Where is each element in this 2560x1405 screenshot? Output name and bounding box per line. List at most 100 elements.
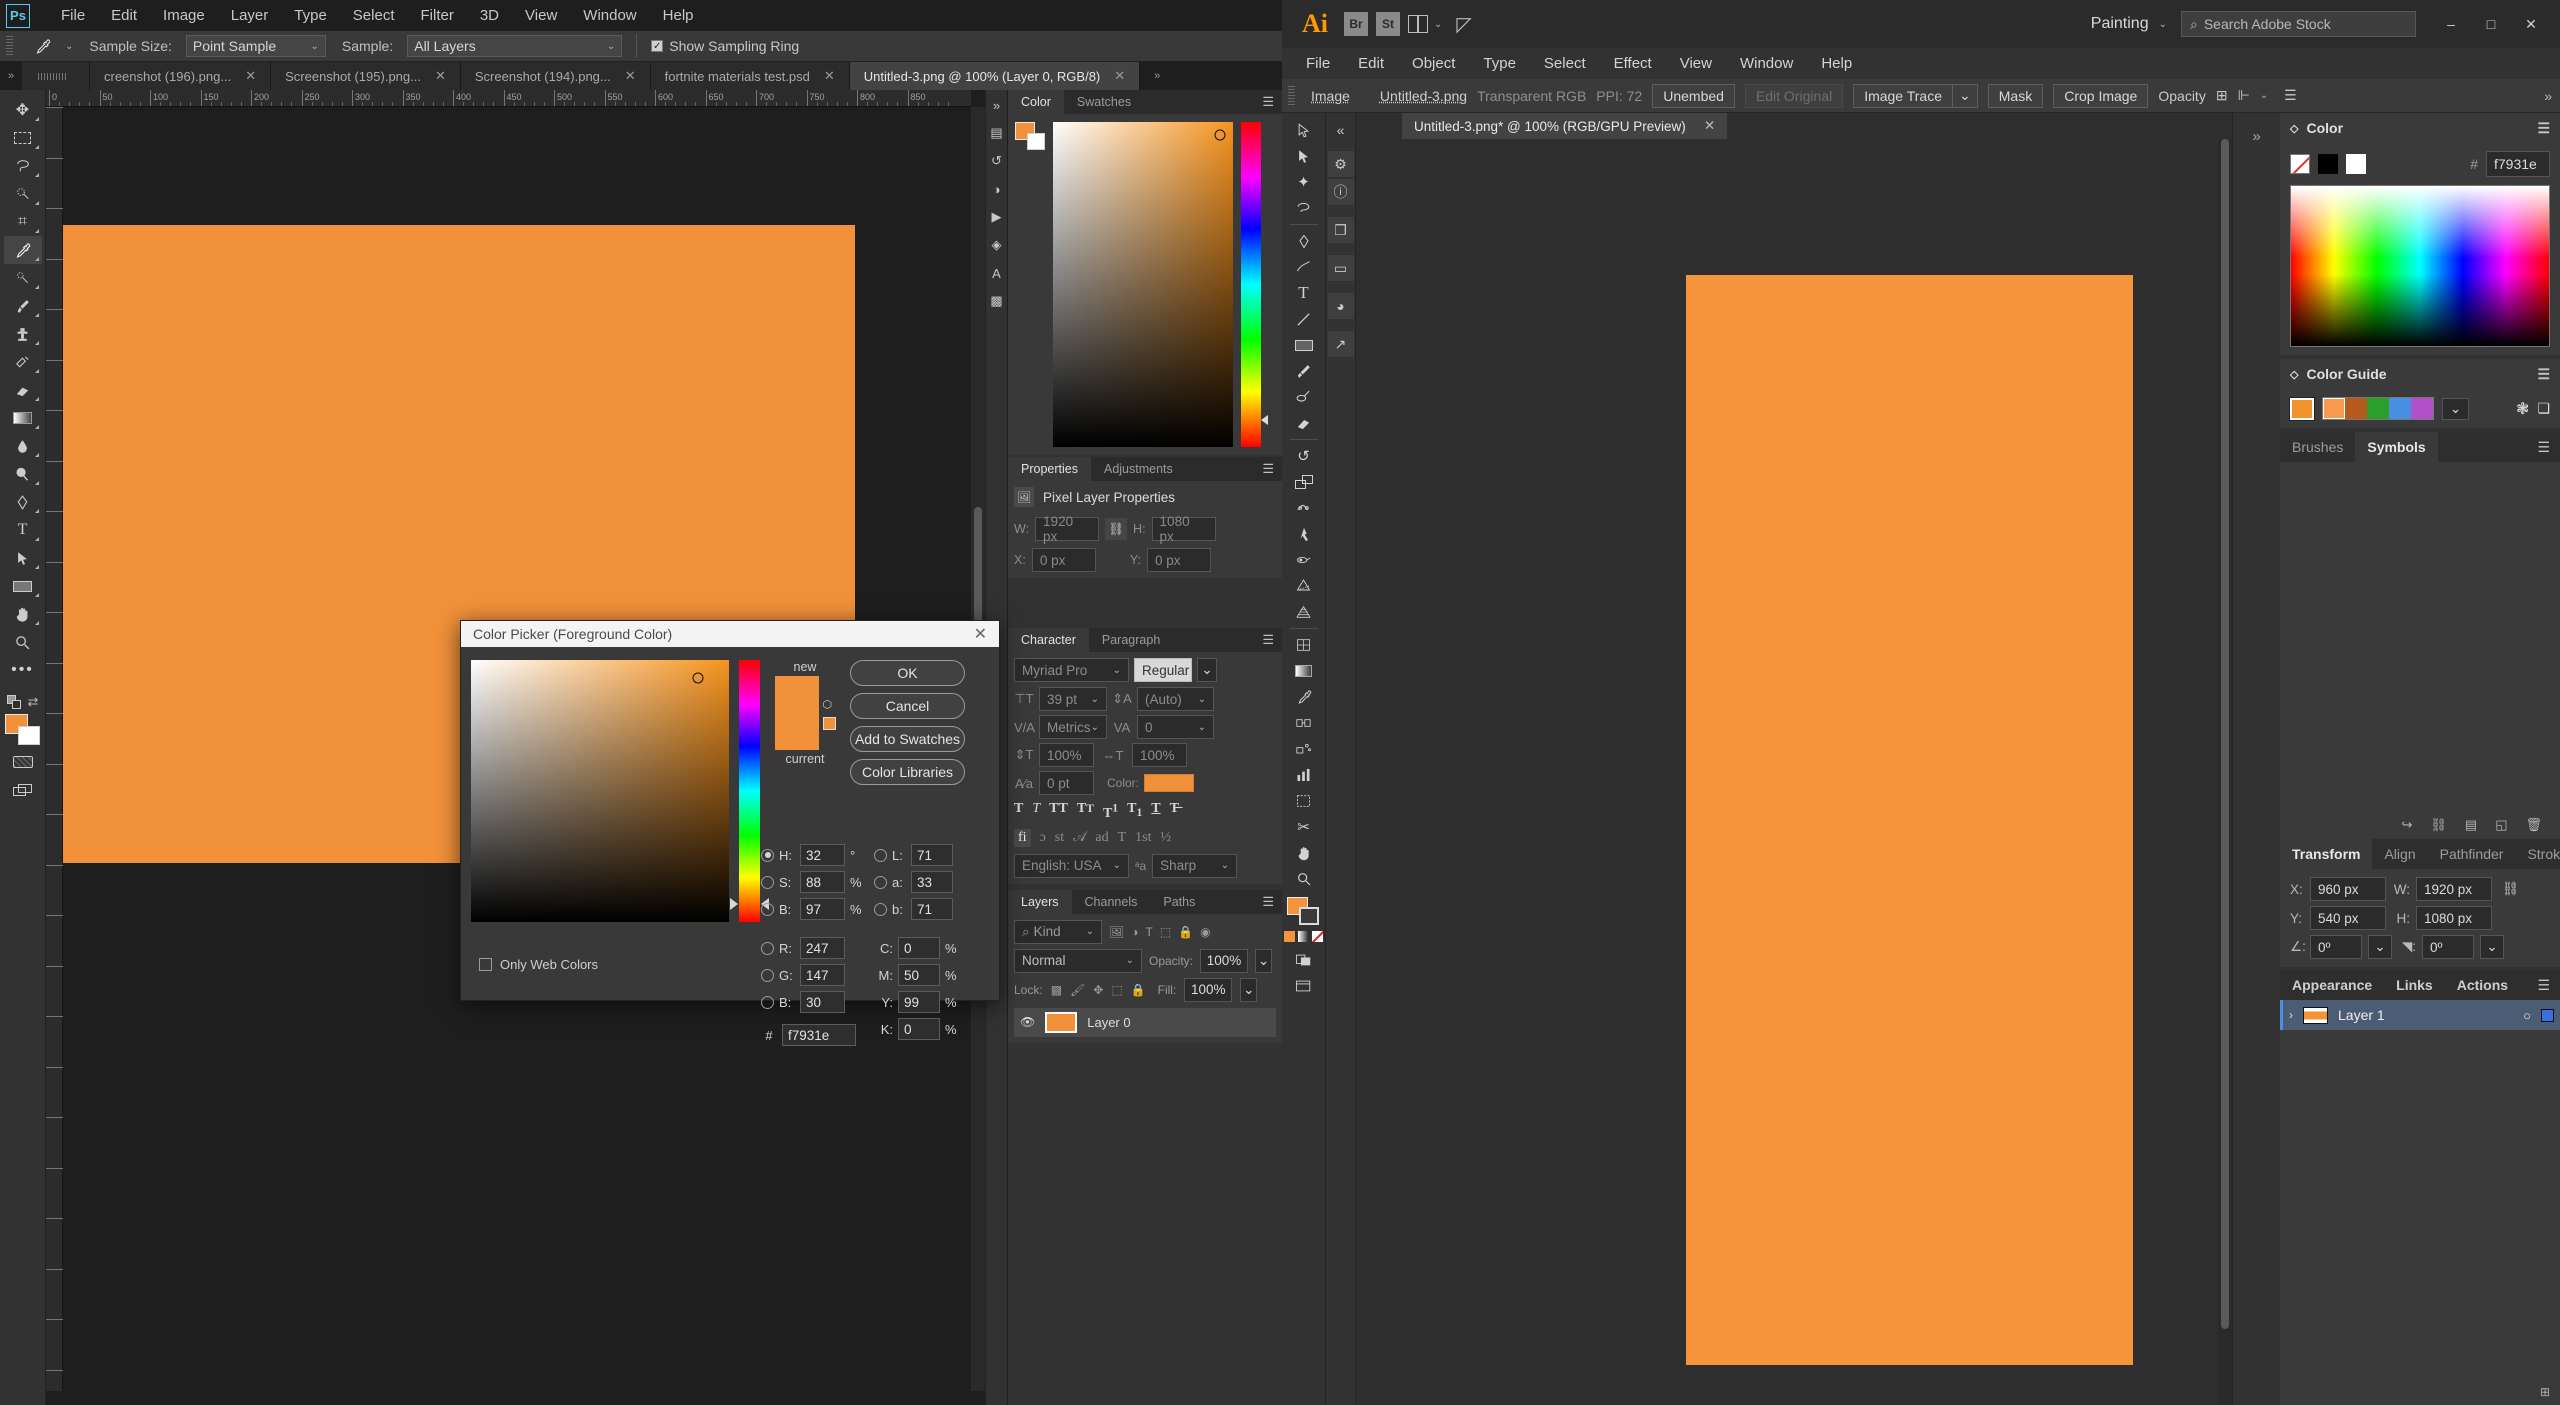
web-safe-swatch[interactable] <box>823 717 836 730</box>
pen-icon[interactable] <box>1286 228 1322 254</box>
tab-pathfinder[interactable]: Pathfinder <box>2428 839 2516 869</box>
path-select-icon[interactable] <box>4 544 42 572</box>
close-icon[interactable]: ✕ <box>1704 118 1715 134</box>
crop-image-button[interactable]: Crop Image <box>2053 84 2148 108</box>
allcaps-button[interactable]: TT <box>1049 801 1068 822</box>
zoom-icon[interactable] <box>4 628 42 656</box>
eraser-icon[interactable] <box>1286 410 1322 436</box>
scale-icon[interactable] <box>1286 469 1322 495</box>
field-s[interactable]: 88 <box>800 871 845 893</box>
dock-expand-icon[interactable]: » <box>2240 121 2274 151</box>
image-trace-chevron-icon[interactable]: ⌄ <box>1953 84 1978 108</box>
color-libraries-button[interactable]: Color Libraries <box>850 759 965 785</box>
target-circle-icon[interactable]: ○ <box>2523 1008 2531 1023</box>
menu-view[interactable]: View <box>1666 55 1726 72</box>
chevron-down-icon[interactable]: ⌄ <box>2260 90 2268 101</box>
panel-menu-icon[interactable]: ☰ <box>2537 120 2550 137</box>
width-field[interactable]: 1920 px <box>1035 517 1099 541</box>
width-icon[interactable] <box>1286 495 1322 521</box>
type-icon[interactable]: T <box>1286 280 1322 306</box>
menu-type[interactable]: Type <box>281 7 340 24</box>
tab-adjustments[interactable]: Adjustments <box>1091 457 1186 481</box>
panel-menu-icon[interactable]: ☰ <box>2537 432 2560 462</box>
field-g[interactable]: 147 <box>800 964 845 986</box>
photoshop-color-picker-dialog[interactable]: Color Picker (Foreground Color) ✕ new <box>460 620 1000 1001</box>
workspace-switcher[interactable]: Painting ⌄ <box>2077 15 2181 33</box>
strikethrough-button[interactable]: T̶ <box>1170 801 1179 822</box>
field-b-lab[interactable]: 71 <box>911 898 953 920</box>
field-y[interactable]: 99 <box>898 991 940 1013</box>
expand-chevron-icon[interactable]: › <box>2289 1008 2293 1022</box>
direct-selection-icon[interactable] <box>1286 143 1322 169</box>
tabs-overflow-icon[interactable]: » <box>1140 62 1174 90</box>
mask-button[interactable]: Mask <box>1988 84 2043 108</box>
w-field[interactable]: 1920 px <box>2416 877 2492 901</box>
vertical-scale-field[interactable]: 100% <box>1039 743 1094 767</box>
gradient-fill-icon[interactable] <box>1298 931 1309 942</box>
menu-window[interactable]: Window <box>1726 55 1807 72</box>
radio-b-rgb[interactable] <box>761 996 774 1009</box>
smallcaps-button[interactable]: TT <box>1077 801 1094 822</box>
layer-row-0[interactable]: › Layer 1 ○ <box>2280 1000 2560 1030</box>
field-c[interactable]: 0 <box>898 937 940 959</box>
language-select[interactable]: English: USA⌄ <box>1014 854 1129 878</box>
blend-icon[interactable] <box>1286 710 1322 736</box>
panel-menu-icon[interactable]: ☰ <box>1262 628 1282 652</box>
paintbrush-icon[interactable] <box>1286 358 1322 384</box>
tab-symbols[interactable]: Symbols <box>2355 432 2437 462</box>
menu-3d[interactable]: 3D <box>467 7 512 24</box>
menu-edit[interactable]: Edit <box>1344 55 1398 72</box>
drawing-mode-icon[interactable] <box>1286 947 1322 973</box>
quickmask-icon[interactable] <box>4 748 42 776</box>
horizontal-scale-field[interactable]: 100% <box>1132 743 1187 767</box>
radio-h[interactable] <box>761 849 774 862</box>
tab-character[interactable]: Character <box>1008 628 1089 652</box>
field-k[interactable]: 0 <box>898 1018 940 1040</box>
menu-layer[interactable]: Layer <box>218 7 282 24</box>
dodge-icon[interactable] <box>4 460 42 488</box>
none-swatch-icon[interactable] <box>2290 154 2310 174</box>
black-swatch[interactable] <box>2318 154 2338 174</box>
y-field[interactable]: 0 px <box>1147 548 1211 572</box>
adjustments-icon[interactable]: ◑ <box>988 180 1006 198</box>
panel-collapse-icon[interactable]: ◇ <box>2290 368 2298 381</box>
field-r[interactable]: 247 <box>800 937 845 959</box>
close-icon[interactable]: ✕ <box>1114 68 1125 84</box>
only-web-colors-checkbox[interactable]: Only Web Colors <box>479 957 598 972</box>
close-icon[interactable]: ✕ <box>974 624 987 644</box>
menu-object[interactable]: Object <box>1398 55 1469 72</box>
height-field[interactable]: 1080 px <box>1152 517 1216 541</box>
illustrator-document-tab[interactable]: Untitled-3.png* @ 100% (RGB/GPU Preview)… <box>1402 113 1727 139</box>
filter-pixel-icon[interactable]: 🖼 <box>1109 925 1124 939</box>
shape-builder-icon[interactable] <box>1286 573 1322 599</box>
artboards-icon[interactable]: ▭ <box>1328 255 1354 281</box>
panel-menu-icon[interactable]: ☰ <box>1262 457 1282 481</box>
color-wheel-icon[interactable]: ❃ <box>2516 399 2529 419</box>
stylistic-alternates-button[interactable]: 1st <box>1135 830 1151 846</box>
x-field[interactable]: 960 px <box>2310 877 2386 901</box>
show-sampling-ring-checkbox[interactable]: ✓ Show Sampling Ring <box>651 38 799 54</box>
perspective-grid-icon[interactable] <box>1286 599 1322 625</box>
menu-select[interactable]: Select <box>340 7 408 24</box>
antialias-select[interactable]: Sharp⌄ <box>1152 854 1237 878</box>
color-panel-header[interactable]: ◇ Color ☰ <box>2280 113 2560 143</box>
fill-stroke-swatches[interactable] <box>1287 897 1321 927</box>
add-to-swatches-button[interactable]: Add to Swatches <box>850 726 965 752</box>
shear-chevron-icon[interactable]: ⌄ <box>2480 935 2504 959</box>
patterns-icon[interactable]: ▩ <box>988 292 1006 310</box>
rectangle-icon[interactable] <box>4 572 42 600</box>
blend-mode-select[interactable]: Normal⌄ <box>1014 949 1142 973</box>
superscript-button[interactable]: T1 <box>1103 801 1118 822</box>
ordinals-button[interactable]: T <box>1118 830 1127 846</box>
fill-field[interactable]: 100% <box>1184 978 1232 1002</box>
tab-align[interactable]: Align <box>2372 839 2427 869</box>
text-color-swatch[interactable] <box>1144 774 1194 792</box>
hand-icon[interactable] <box>1286 840 1322 866</box>
opacity-chevron-icon[interactable]: ⌄ <box>1255 949 1272 973</box>
background-swatch[interactable] <box>18 726 40 745</box>
symbol-options-icon[interactable]: ▤ <box>2465 817 2477 833</box>
screen-mode-icon[interactable] <box>1286 973 1322 999</box>
rotate-field[interactable]: 0º <box>2310 935 2362 959</box>
rectangle-icon[interactable] <box>1286 332 1322 358</box>
color-spectrum[interactable] <box>2290 185 2550 347</box>
